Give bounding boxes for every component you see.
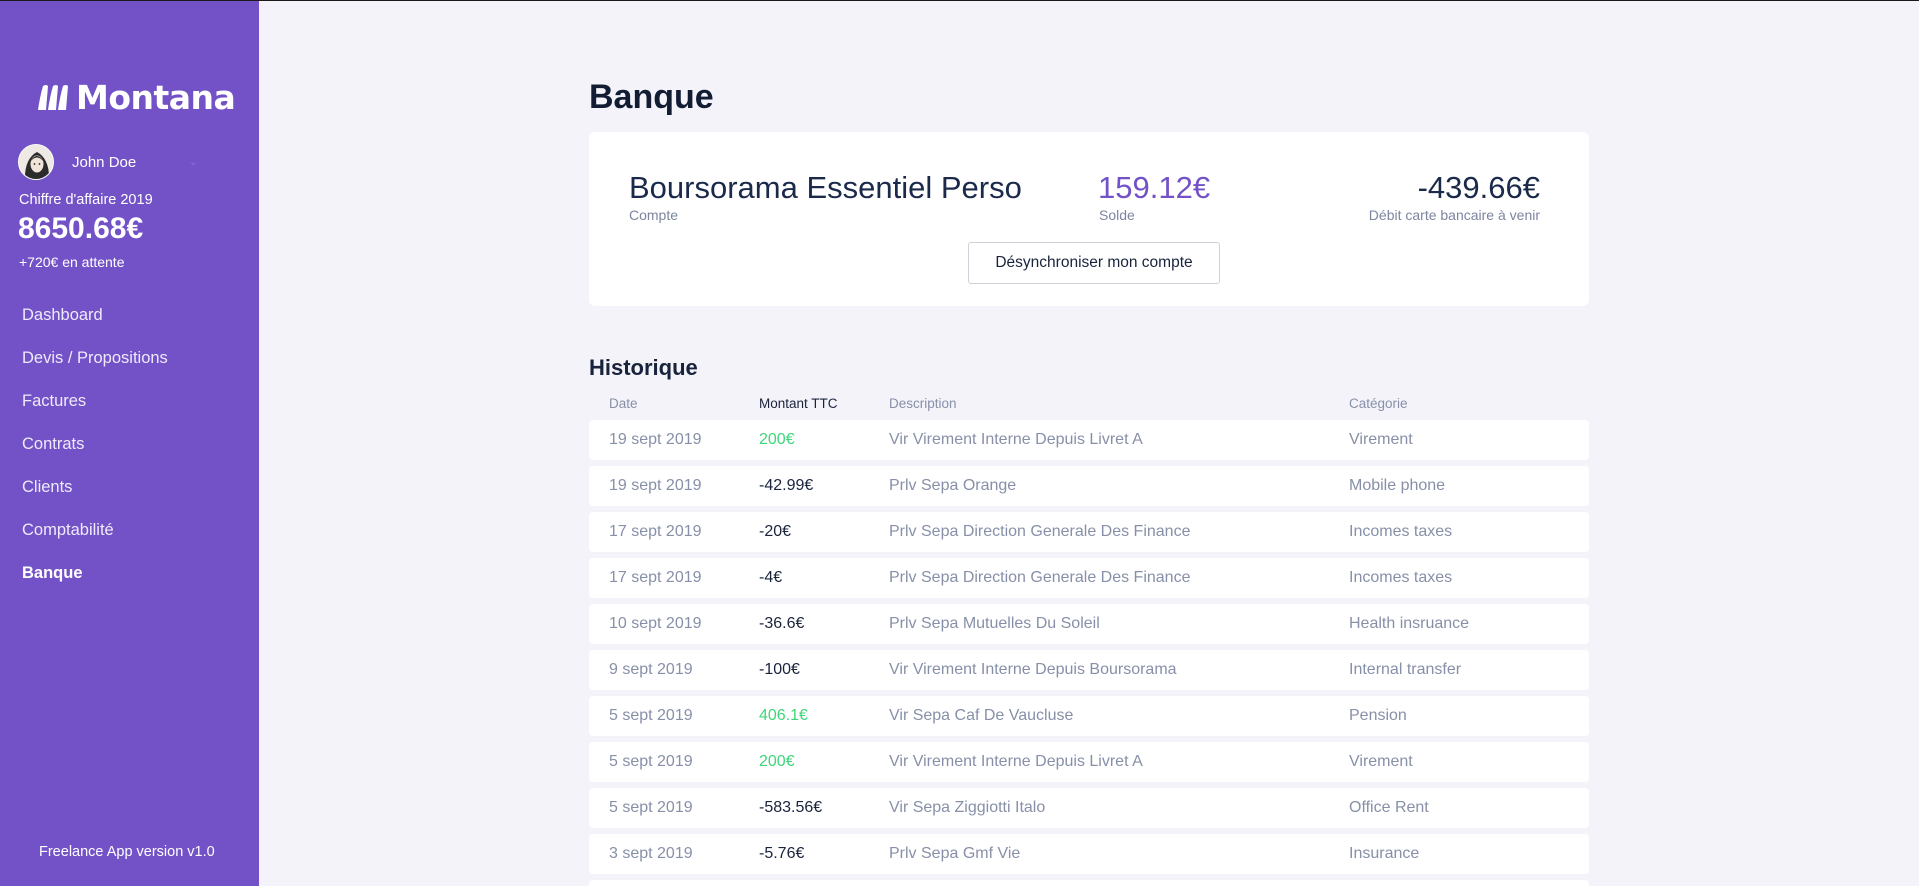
row-description: Prlv Sepa Gmf Vie xyxy=(889,845,1021,862)
column-header-date[interactable]: Date xyxy=(609,396,638,411)
row-date: 5 sept 2019 xyxy=(609,753,693,770)
row-category: Insurance xyxy=(1349,845,1420,862)
table-header: Date Montant TTC Description Catégorie xyxy=(589,396,1589,420)
row-description: Vir Virement Interne Depuis Livret A xyxy=(889,753,1143,770)
row-date: 17 sept 2019 xyxy=(609,569,702,586)
revenue-value: 8650.68€ xyxy=(18,212,144,245)
table-row-partial[interactable] xyxy=(589,880,1589,886)
row-date: 10 sept 2019 xyxy=(609,615,702,632)
table-row[interactable]: 19 sept 2019 200€ Vir Virement Interne D… xyxy=(589,420,1589,460)
history-title: Historique xyxy=(589,355,698,380)
account-balance-label: Solde xyxy=(1099,207,1135,223)
row-description: Vir Sepa Ziggiotti Italo xyxy=(889,799,1046,816)
sidebar-item-clients[interactable]: Clients xyxy=(22,466,168,509)
row-date: 5 sept 2019 xyxy=(609,707,693,724)
column-header-amount[interactable]: Montant TTC xyxy=(759,396,838,411)
table-row[interactable]: 17 sept 2019 -4€ Prlv Sepa Direction Gen… xyxy=(589,558,1589,598)
row-category: Incomes taxes xyxy=(1349,569,1453,586)
sidebar-item-contrats[interactable]: Contrats xyxy=(22,423,168,466)
row-amount: -5.76€ xyxy=(759,845,805,862)
row-date: 17 sept 2019 xyxy=(609,523,702,540)
row-category: Internal transfer xyxy=(1349,661,1462,678)
account-name: Boursorama Essentiel Perso xyxy=(629,170,1022,205)
column-header-description[interactable]: Description xyxy=(889,396,957,411)
row-description: Vir Sepa Caf De Vaucluse xyxy=(889,707,1074,724)
account-balance: 159.12€ xyxy=(1098,170,1211,205)
history-table: Date Montant TTC Description Catégorie 1… xyxy=(589,396,1589,886)
row-amount: -20€ xyxy=(759,523,792,540)
table-row[interactable]: 9 sept 2019 -100€ Vir Virement Interne D… xyxy=(589,650,1589,690)
card-debit-label: Débit carte bancaire à venir xyxy=(1368,207,1540,223)
row-date: 19 sept 2019 xyxy=(609,477,702,494)
window-top-border xyxy=(0,0,1919,1)
user-menu[interactable]: John Doe ⌄ xyxy=(18,143,208,181)
row-date: 9 sept 2019 xyxy=(609,661,693,678)
table-row[interactable]: 5 sept 2019 406.1€ Vir Sepa Caf De Vaucl… xyxy=(589,696,1589,736)
revenue-label: Chiffre d'affaire 2019 xyxy=(19,192,153,208)
row-description: Vir Virement Interne Depuis Boursorama xyxy=(889,661,1177,678)
row-amount: 200€ xyxy=(759,431,795,448)
row-category: Incomes taxes xyxy=(1349,523,1453,540)
sidebar-item-banque[interactable]: Banque xyxy=(22,552,168,595)
column-header-category[interactable]: Catégorie xyxy=(1349,396,1408,411)
row-amount: -100€ xyxy=(759,661,800,678)
row-date: 3 sept 2019 xyxy=(609,845,693,862)
row-amount: 406.1€ xyxy=(759,707,808,724)
table-row[interactable]: 3 sept 2019 -5.76€ Prlv Sepa Gmf Vie Ins… xyxy=(589,834,1589,874)
account-card: Boursorama Essentiel Perso Compte 159.12… xyxy=(589,132,1589,306)
row-amount: -583.56€ xyxy=(759,799,823,816)
row-category: Pension xyxy=(1349,707,1407,724)
montana-logo-icon xyxy=(38,85,68,110)
sidebar-item-comptabilite[interactable]: Comptabilité xyxy=(22,509,168,552)
row-date: 5 sept 2019 xyxy=(609,799,693,816)
brand-logo[interactable]: Montana xyxy=(34,77,236,117)
row-description: Prlv Sepa Direction Generale Des Finance xyxy=(889,523,1191,540)
sidebar-nav: Dashboard Devis / Propositions Factures … xyxy=(22,294,168,595)
app-version: Freelance App version v1.0 xyxy=(39,844,215,860)
row-category: Office Rent xyxy=(1349,799,1429,816)
row-amount: -36.6€ xyxy=(759,615,805,632)
row-description: Prlv Sepa Direction Generale Des Finance xyxy=(889,569,1191,586)
sidebar-item-devis[interactable]: Devis / Propositions xyxy=(22,337,168,380)
row-date: 19 sept 2019 xyxy=(609,431,702,448)
row-amount: -42.99€ xyxy=(759,477,814,494)
row-category: Mobile phone xyxy=(1349,477,1446,494)
table-row[interactable]: 19 sept 2019 -42.99€ Prlv Sepa Orange Mo… xyxy=(589,466,1589,506)
avatar xyxy=(18,144,54,180)
row-description: Vir Virement Interne Depuis Livret A xyxy=(889,431,1143,448)
table-row[interactable]: 5 sept 2019 -583.56€ Vir Sepa Ziggiotti … xyxy=(589,788,1589,828)
table-row[interactable]: 5 sept 2019 200€ Vir Virement Interne De… xyxy=(589,742,1589,782)
row-description: Prlv Sepa Mutuelles Du Soleil xyxy=(889,615,1100,632)
row-category: Virement xyxy=(1349,431,1413,448)
user-name: John Doe xyxy=(72,153,137,171)
card-debit-amount: -439.66€ xyxy=(1417,170,1540,205)
sidebar: Montana John Doe ⌄ Chiffre d'affaire 201… xyxy=(0,1,259,886)
chevron-down-icon[interactable]: ⌄ xyxy=(189,155,198,168)
row-category: Virement xyxy=(1349,753,1413,770)
table-row[interactable]: 17 sept 2019 -20€ Prlv Sepa Direction Ge… xyxy=(589,512,1589,552)
desync-account-button[interactable]: Désynchroniser mon compte xyxy=(968,242,1220,284)
revenue-pending: +720€ en attente xyxy=(19,254,125,270)
table-row[interactable]: 10 sept 2019 -36.6€ Prlv Sepa Mutuelles … xyxy=(589,604,1589,644)
page-title: Banque xyxy=(589,78,714,116)
sidebar-item-dashboard[interactable]: Dashboard xyxy=(22,294,168,337)
row-category: Health insruance xyxy=(1349,615,1470,632)
brand-name: Montana xyxy=(76,77,236,117)
row-amount: -4€ xyxy=(759,569,783,586)
row-amount: 200€ xyxy=(759,753,795,770)
row-description: Prlv Sepa Orange xyxy=(889,477,1017,494)
sidebar-item-factures[interactable]: Factures xyxy=(22,380,168,423)
account-name-label: Compte xyxy=(629,207,679,223)
